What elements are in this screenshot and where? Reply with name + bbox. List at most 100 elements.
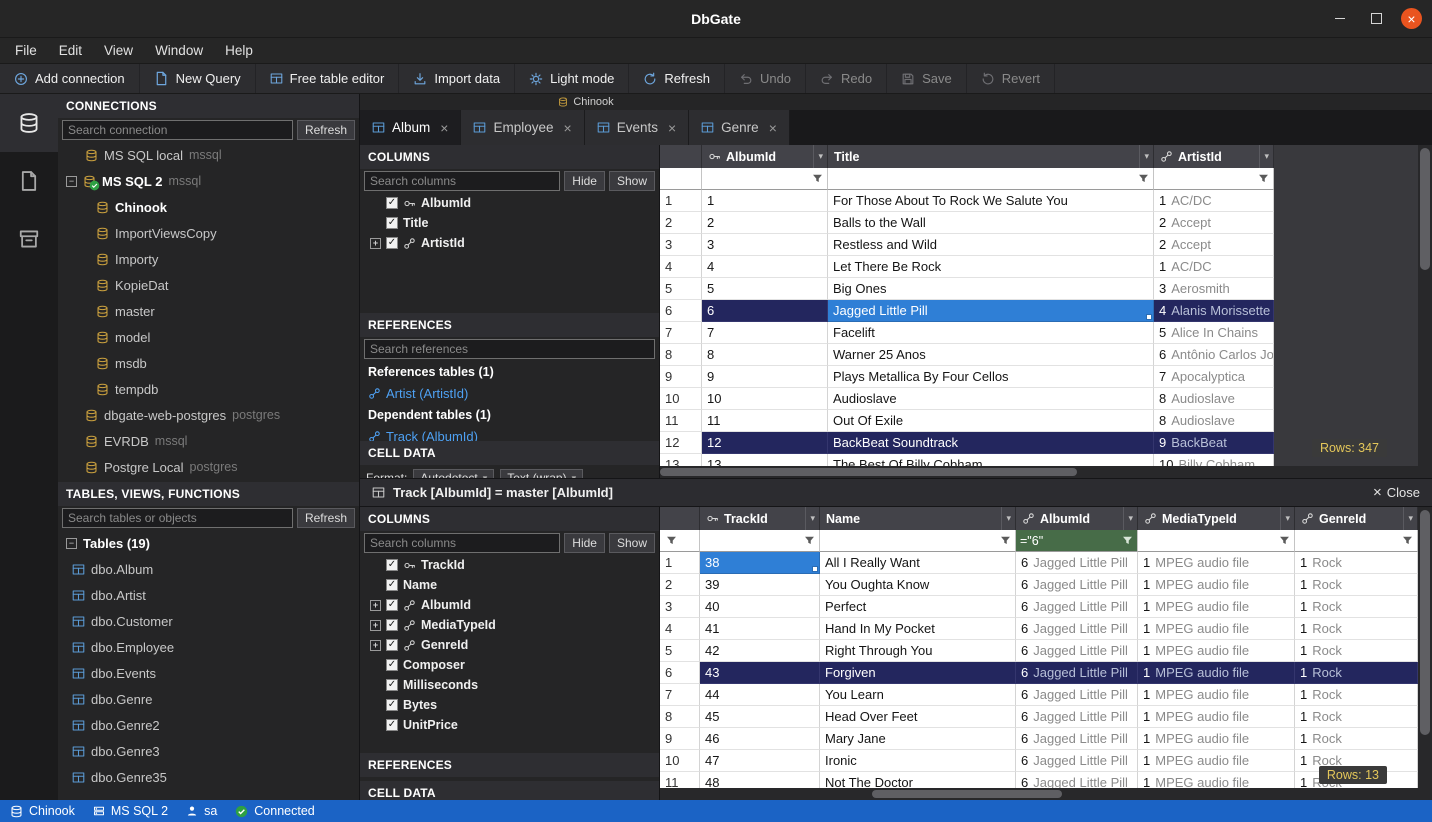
grid-cell[interactable]: 1AC/DC xyxy=(1154,190,1274,212)
connection-item-ms-sql-2[interactable]: MS SQL 2mssql xyxy=(58,168,359,194)
table-item-dbo-customer[interactable]: dbo.Customer xyxy=(58,608,359,634)
grid-cell[interactable]: 6Jagged Little Pill xyxy=(1016,640,1138,662)
activity-files[interactable] xyxy=(0,152,58,210)
grid-cell[interactable]: Not The Doctor xyxy=(820,772,1016,788)
activity-archive[interactable] xyxy=(0,210,58,268)
grid-cell[interactable]: 1MPEG audio file xyxy=(1138,552,1295,574)
tab-album[interactable]: Album xyxy=(360,110,461,145)
track-column-name[interactable]: Name xyxy=(360,575,659,595)
row-number[interactable]: 10 xyxy=(660,750,700,772)
row-number[interactable]: 6 xyxy=(660,300,702,322)
close-icon[interactable] xyxy=(1401,8,1422,29)
status-database[interactable]: Chinook xyxy=(10,804,75,818)
column-menu-icon[interactable] xyxy=(805,507,819,530)
connection-item-importviewscopy[interactable]: ImportViewsCopy xyxy=(58,220,359,246)
column-header-name[interactable]: Name xyxy=(820,507,1016,530)
grid-cell[interactable]: 4Alanis Morissette xyxy=(1154,300,1274,322)
grid-cell[interactable]: 10Billy Cobham xyxy=(1154,454,1274,466)
grid-cell[interactable]: Out Of Exile xyxy=(828,410,1154,432)
grid-cell[interactable]: 8Audioslave xyxy=(1154,410,1274,432)
grid-cell[interactable]: The Best Of Billy Cobham xyxy=(828,454,1154,466)
connection-item-kopiedat[interactable]: KopieDat xyxy=(58,272,359,298)
references-search-input[interactable] xyxy=(364,339,655,359)
grid-cell[interactable]: You Learn xyxy=(820,684,1016,706)
grid-cell[interactable]: 45 xyxy=(700,706,820,728)
grid-cell[interactable]: 9BackBeat xyxy=(1154,432,1274,454)
hide-button[interactable]: Hide xyxy=(564,171,605,191)
light-mode-button[interactable]: Light mode xyxy=(515,64,629,93)
filter-albumid[interactable] xyxy=(702,168,828,190)
column-menu-icon[interactable] xyxy=(813,145,827,168)
checkbox-icon[interactable] xyxy=(386,197,398,209)
minimize-icon[interactable] xyxy=(1329,8,1351,30)
connection-item-master[interactable]: master xyxy=(58,298,359,324)
connection-search-input[interactable] xyxy=(62,120,293,140)
grid-cell[interactable]: For Those About To Rock We Salute You xyxy=(828,190,1154,212)
row-number[interactable]: 4 xyxy=(660,618,700,640)
checkbox-icon[interactable] xyxy=(386,639,398,651)
expand-icon[interactable] xyxy=(370,620,381,631)
column-header-albumid[interactable]: AlbumId xyxy=(1016,507,1138,530)
connection-item-msdb[interactable]: msdb xyxy=(58,350,359,376)
fill-handle[interactable] xyxy=(1146,314,1152,320)
grid-cell[interactable]: 40 xyxy=(700,596,820,618)
grid-cell[interactable]: All I Really Want xyxy=(820,552,1016,574)
grid-cell[interactable]: Right Through You xyxy=(820,640,1016,662)
track-column-mediatypeid[interactable]: MediaTypeId xyxy=(360,615,659,635)
grid-cell[interactable]: 6Jagged Little Pill xyxy=(1016,750,1138,772)
tab-close-icon[interactable] xyxy=(564,120,572,136)
collapse-icon[interactable] xyxy=(66,538,77,549)
grid-cell[interactable]: 1Rock xyxy=(1295,706,1418,728)
grid-cell[interactable]: 6Jagged Little Pill xyxy=(1016,552,1138,574)
table-item-dbo-album[interactable]: dbo.Album xyxy=(58,556,359,582)
filter-title[interactable] xyxy=(828,168,1154,190)
grid-cell[interactable]: Forgiven xyxy=(820,662,1016,684)
hide-button[interactable]: Hide xyxy=(564,533,605,553)
grid-cell[interactable]: 1Rock xyxy=(1295,640,1418,662)
row-number[interactable]: 7 xyxy=(660,322,702,344)
tab-genre[interactable]: Genre xyxy=(689,110,790,145)
grid-cell[interactable]: 5 xyxy=(702,278,828,300)
filter-trackid[interactable] xyxy=(700,530,820,552)
status-connection[interactable]: MS SQL 2 xyxy=(93,804,168,818)
column-menu-icon[interactable] xyxy=(1259,145,1273,168)
table-item-dbo-artist[interactable]: dbo.Artist xyxy=(58,582,359,608)
grid-cell[interactable]: Mary Jane xyxy=(820,728,1016,750)
filter-row-corner[interactable] xyxy=(660,530,700,552)
row-number[interactable]: 2 xyxy=(660,574,700,596)
tab-events[interactable]: Events xyxy=(585,110,689,145)
checkbox-icon[interactable] xyxy=(386,237,398,249)
checkbox-icon[interactable] xyxy=(386,599,398,611)
menu-help[interactable]: Help xyxy=(214,38,264,63)
filter-name[interactable] xyxy=(820,530,1016,552)
filter-genreid[interactable] xyxy=(1295,530,1418,552)
menu-edit[interactable]: Edit xyxy=(48,38,93,63)
vertical-scrollbar[interactable] xyxy=(1418,145,1432,466)
table-item-dbo-events[interactable]: dbo.Events xyxy=(58,660,359,686)
album-column-artistid[interactable]: ArtistId xyxy=(360,233,659,253)
grid-cell[interactable]: You Oughta Know xyxy=(820,574,1016,596)
grid-cell[interactable]: 39 xyxy=(700,574,820,596)
reference-close-button[interactable]: Close xyxy=(1373,484,1420,501)
grid-cell[interactable]: 6Jagged Little Pill xyxy=(1016,728,1138,750)
table-item-dbo-genre2[interactable]: dbo.Genre2 xyxy=(58,712,359,738)
grid-cell[interactable]: 1Rock xyxy=(1295,596,1418,618)
track-column-unitprice[interactable]: UnitPrice xyxy=(360,715,659,735)
connection-item-postgre-local[interactable]: Postgre Localpostgres xyxy=(58,454,359,480)
checkbox-icon[interactable] xyxy=(386,699,398,711)
table-item-dbo-genre3[interactable]: dbo.Genre3 xyxy=(58,738,359,764)
grid-corner[interactable] xyxy=(660,507,700,530)
connection-item-importy[interactable]: Importy xyxy=(58,246,359,272)
show-button[interactable]: Show xyxy=(609,171,655,191)
checkbox-icon[interactable] xyxy=(386,659,398,671)
row-number[interactable]: 7 xyxy=(660,684,700,706)
row-number[interactable]: 12 xyxy=(660,432,702,454)
grid-cell[interactable]: 1Rock xyxy=(1295,552,1418,574)
grid-cell[interactable]: 1MPEG audio file xyxy=(1138,706,1295,728)
tables-refresh-button[interactable]: Refresh xyxy=(297,508,355,528)
track-column-bytes[interactable]: Bytes xyxy=(360,695,659,715)
grid-cell[interactable]: Perfect xyxy=(820,596,1016,618)
tab-employee[interactable]: Employee xyxy=(461,110,584,145)
horizontal-scrollbar[interactable] xyxy=(660,788,1418,800)
grid-cell[interactable]: 8Audioslave xyxy=(1154,388,1274,410)
